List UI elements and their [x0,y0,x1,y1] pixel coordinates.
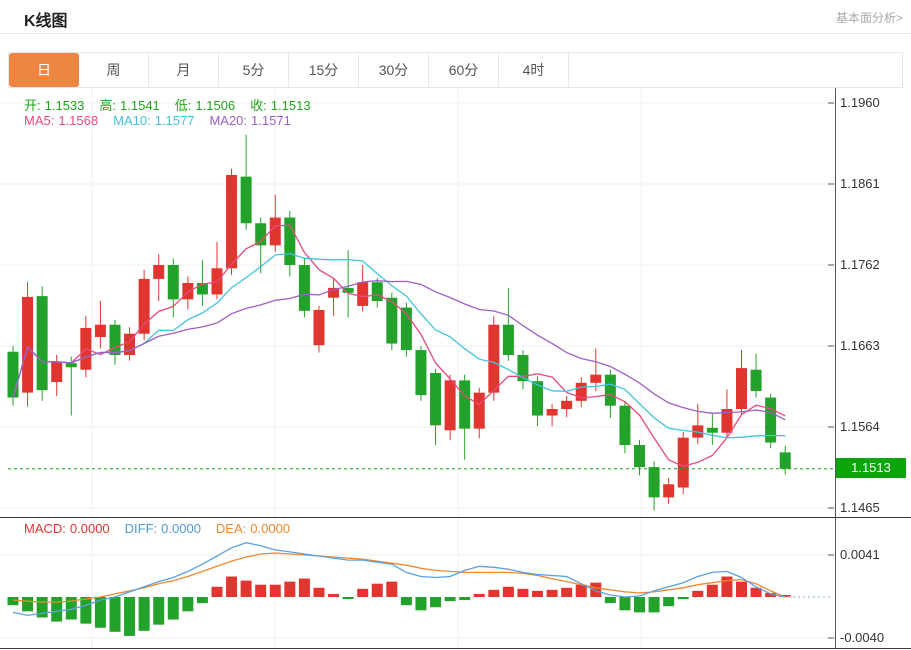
period-tabs: 日周月5分15分30分60分4时 [8,52,903,88]
axis-tick-label: 1.1663 [840,338,880,353]
axis-tick-label: 1.1960 [840,95,880,110]
ohlc-legend: 开:1.1533 高:1.1541 低:1.1506 收:1.1513 [24,95,326,114]
ohlc-legend-item: 收:1.1513 [250,98,310,113]
macd-legend-item: DIFF:0.0000 [125,521,201,536]
period-tab-6[interactable]: 60分 [429,53,499,87]
period-tab-5[interactable]: 30分 [359,53,429,87]
fundamental-analysis-link[interactable]: 基本面分析> [836,9,903,26]
axis-tick-label: 1.1564 [840,419,880,434]
period-tab-7[interactable]: 4时 [499,53,569,87]
axis-tick-label: -0.0040 [840,630,884,645]
axis-tick-label: 1.1465 [840,500,880,515]
ma-legend-item: MA20:1.1571 [209,113,290,128]
page-title: K线图 [24,7,68,31]
ma-legend-item: MA10:1.1577 [113,113,194,128]
period-tab-0[interactable]: 日 [9,53,79,87]
current-price-badge: 1.1513 [836,458,906,478]
ohlc-legend-item: 低:1.1506 [175,98,235,113]
axis-tick-label: 0.0041 [840,547,880,562]
ma-legend: MA5:1.1568 MA10:1.1577 MA20:1.1571 [24,113,306,128]
header: K线图 基本面分析> [0,0,911,34]
period-tab-2[interactable]: 月 [149,53,219,87]
period-tab-4[interactable]: 15分 [289,53,359,87]
macd-legend-item: MACD:0.0000 [24,521,110,536]
macd-legend-item: DEA:0.0000 [216,521,290,536]
ohlc-legend-item: 高:1.1541 [99,98,159,113]
macd-legend: MACD:0.0000 DIFF:0.0000 DEA:0.0000 [24,521,305,536]
axis-tick-label: 1.1861 [840,176,880,191]
period-tab-1[interactable]: 周 [79,53,149,87]
ohlc-legend-item: 开:1.1533 [24,98,84,113]
period-tab-3[interactable]: 5分 [219,53,289,87]
axis-tick-label: 1.1762 [840,257,880,272]
ma-legend-item: MA5:1.1568 [24,113,98,128]
